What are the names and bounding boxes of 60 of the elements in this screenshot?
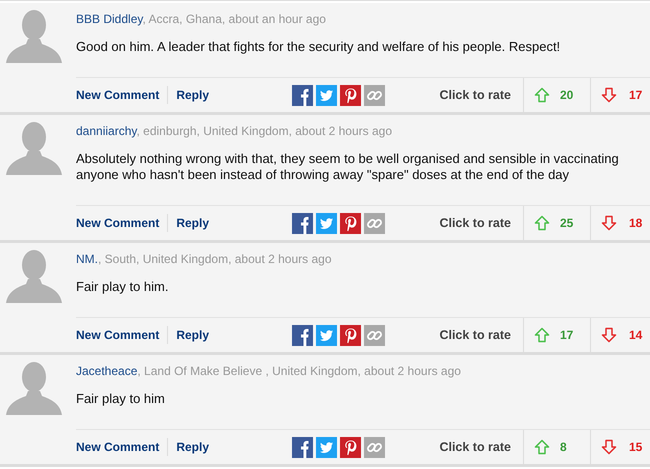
new-comment-link[interactable]: New Comment — [76, 214, 168, 232]
avatar-icon — [6, 359, 62, 415]
down-vote-count: 14 — [629, 327, 642, 344]
facebook-icon[interactable] — [292, 212, 314, 234]
comment-text: Good on him. A leader that fights for the security and welfare of his people. Respect! — [76, 39, 562, 55]
thumbs-up-arrow-icon[interactable] — [534, 327, 550, 343]
avatar-icon — [6, 7, 62, 63]
avatar-icon — [6, 247, 62, 303]
comment-text: Fair play to him — [76, 391, 166, 407]
down-arrow-icon[interactable] — [601, 327, 617, 343]
author-link[interactable]: Jacetheace — [76, 364, 138, 378]
thumbs-up-arrow-icon[interactable] — [534, 215, 550, 231]
down-arrow-icon[interactable] — [601, 439, 617, 455]
twitter-icon[interactable] — [316, 436, 338, 458]
comment-text: Fair play to him. — [76, 279, 170, 295]
facebook-icon[interactable] — [292, 324, 314, 346]
new-comment-link[interactable]: New Comment — [76, 326, 168, 344]
up-vote-count: 8 — [560, 439, 567, 456]
author-link[interactable]: NM. — [76, 252, 98, 266]
new-comment-link[interactable]: New Comment — [76, 438, 168, 456]
link-icon[interactable] — [364, 324, 386, 346]
up-vote-count: 20 — [560, 87, 574, 104]
link-icon[interactable] — [364, 84, 386, 106]
link-icon[interactable] — [364, 436, 386, 458]
comment-location: , edinburgh, United Kingdom, about 2 hours ago — [136, 124, 392, 138]
author-link[interactable]: danniiarchy — [76, 124, 136, 138]
comment-location: , South, United Kingdom, about 2 hours ago — [98, 252, 332, 266]
reply-link[interactable]: Reply — [168, 86, 210, 104]
new-comment-link[interactable]: New Comment — [76, 86, 168, 104]
author-link[interactable]: BBB Diddley — [76, 12, 142, 26]
rate-label: Click to rate — [439, 86, 511, 104]
down-arrow-icon[interactable] — [601, 215, 617, 231]
pinterest-icon[interactable] — [340, 436, 362, 458]
facebook-icon[interactable] — [292, 436, 314, 458]
thumbs-up-arrow-icon[interactable] — [534, 87, 550, 103]
thumbs-up-arrow-icon[interactable] — [534, 439, 550, 455]
pinterest-icon[interactable] — [340, 84, 362, 106]
comment-location: , Accra, Ghana, about an hour ago — [142, 12, 326, 26]
pinterest-icon[interactable] — [340, 324, 362, 346]
twitter-icon[interactable] — [316, 84, 338, 106]
facebook-icon[interactable] — [292, 84, 314, 106]
reply-link[interactable]: Reply — [168, 438, 210, 456]
down-arrow-icon[interactable] — [601, 87, 617, 103]
up-vote-count: 25 — [560, 215, 574, 232]
twitter-icon[interactable] — [316, 212, 338, 234]
twitter-icon[interactable] — [316, 324, 338, 346]
reply-link[interactable]: Reply — [168, 214, 210, 232]
comment-location: , Land Of Make Believe , United Kingdom, about 2 hours ago — [137, 364, 461, 378]
down-vote-count: 18 — [629, 215, 642, 232]
up-vote-count: 17 — [560, 327, 574, 344]
avatar-icon — [6, 119, 62, 175]
link-icon[interactable] — [364, 212, 386, 234]
comment-text: Absolutely nothing wrong with that, they seem to be well organised and sensible in vaccinating anyone who hasn't been instead of throwing away "spare" doses at the end of the day — [76, 151, 620, 183]
down-vote-count: 15 — [629, 439, 642, 456]
rate-label: Click to rate — [439, 438, 511, 456]
rate-label: Click to rate — [439, 326, 511, 344]
rate-label: Click to rate — [439, 214, 511, 232]
down-vote-count: 17 — [629, 87, 642, 104]
pinterest-icon[interactable] — [340, 212, 362, 234]
reply-link[interactable]: Reply — [168, 326, 210, 344]
